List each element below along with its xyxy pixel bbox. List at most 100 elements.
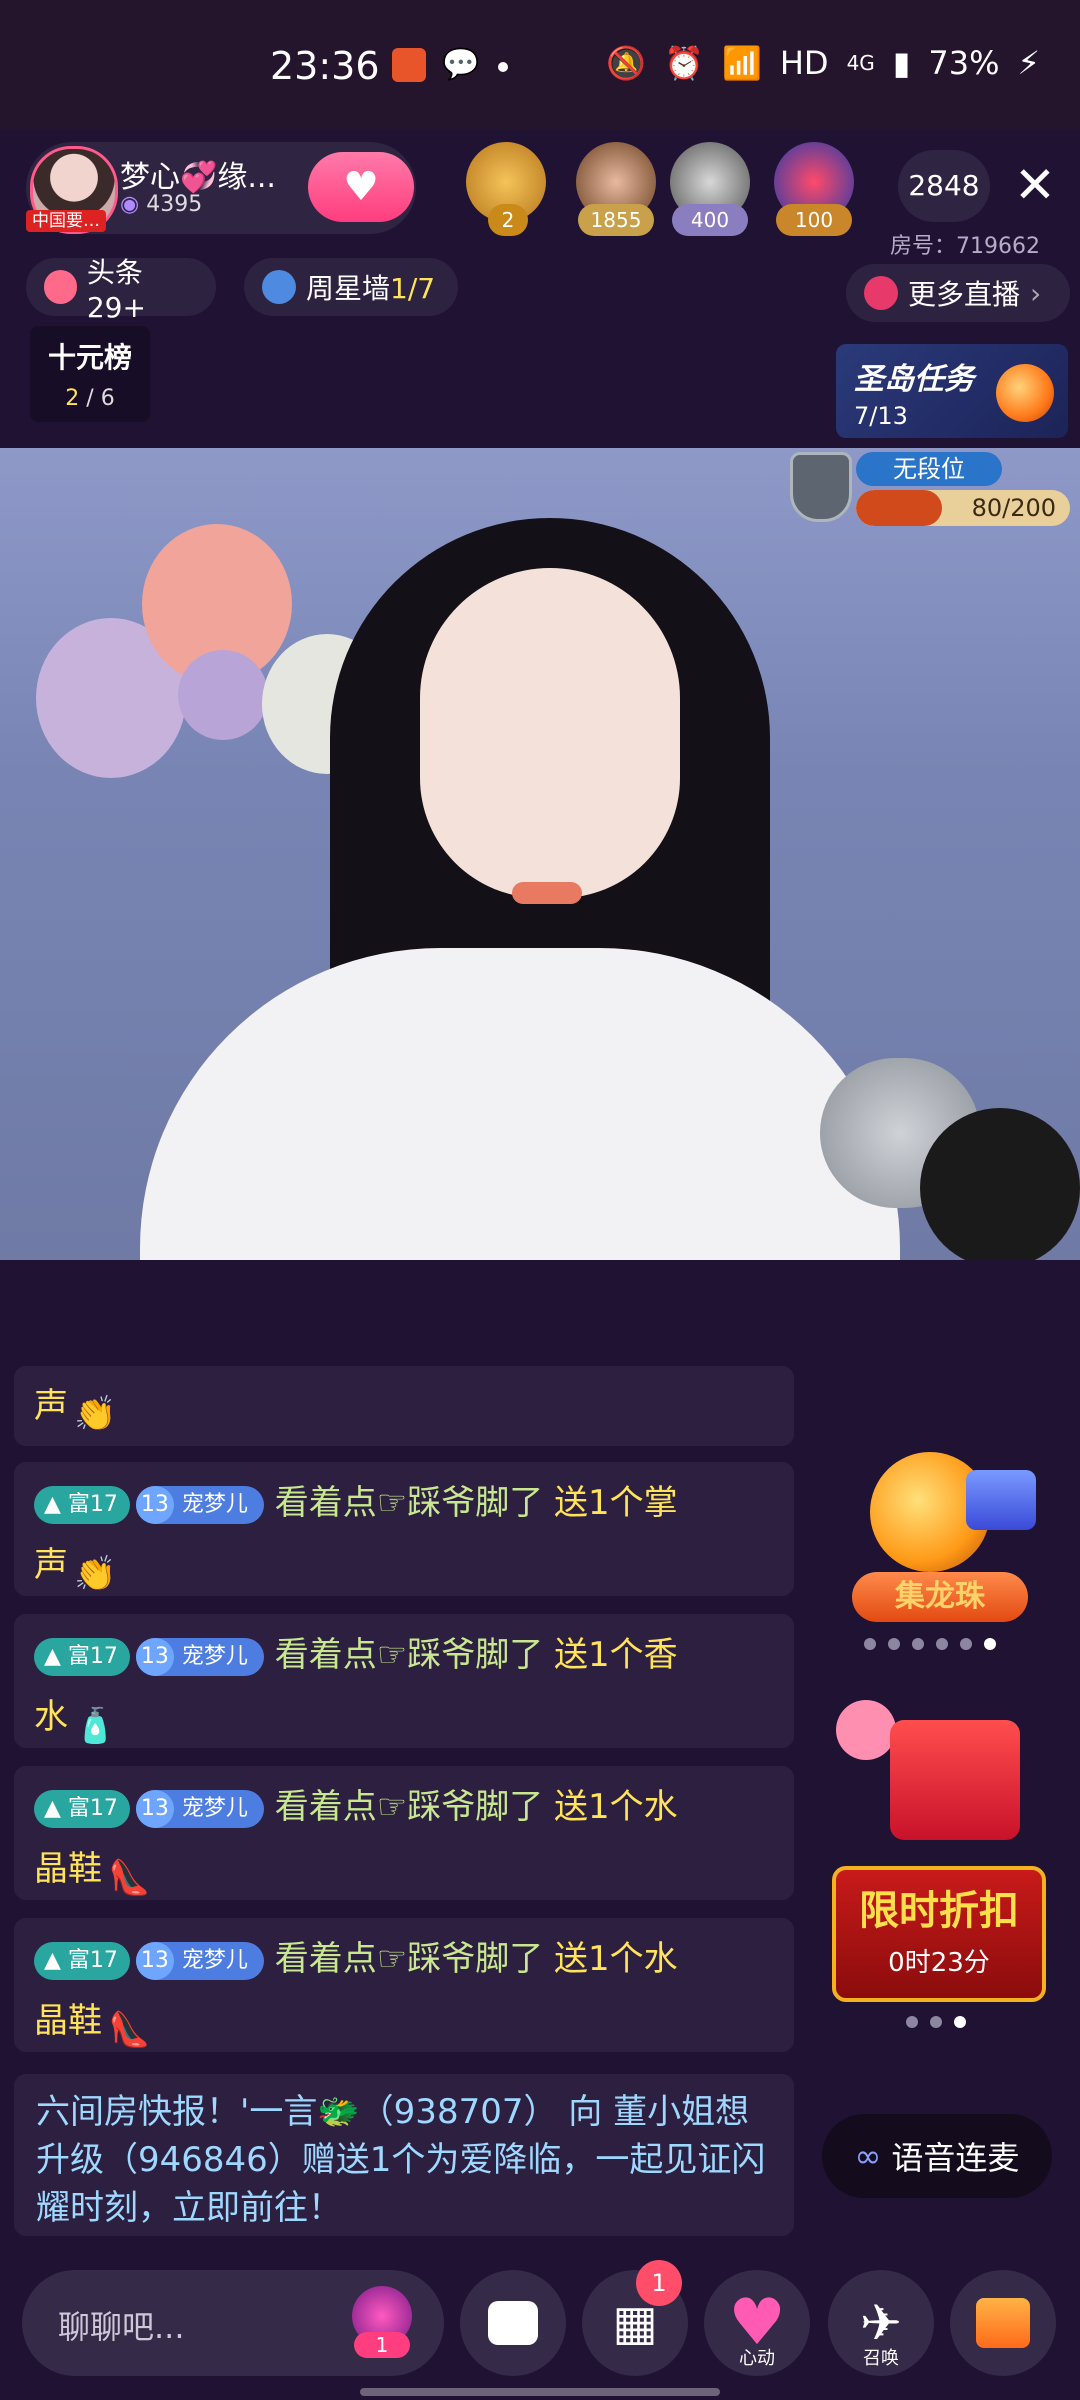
host-fans-count: 4395 [146,192,203,217]
heart-plus-icon: ♥ [343,164,379,210]
task-title: 圣岛任务 [854,362,974,397]
chat-message[interactable]: ▲ 富17 13 宠梦儿 看着点☞踩爷脚了 送1个水 晶鞋 👠 [14,1918,794,2052]
chevron-right-icon: › [1030,276,1042,310]
rank-total: / 6 [86,386,115,411]
host-badge: 中国要… [26,210,106,232]
chat-username[interactable]: 看着点☞踩爷脚了 [275,1787,543,1827]
task-orb-icon [996,364,1054,422]
rank-box[interactable]: 十元榜 2 / 6 [30,326,150,422]
alarm-icon: ⏰ [664,44,705,82]
wifi-icon: 📶 [722,44,762,82]
balloon-lilac [178,650,268,740]
follow-button[interactable]: ♥ [308,152,414,222]
gift-box-icon [890,1720,1020,1840]
task-progress: 7/13 [854,402,908,430]
summon-button[interactable]: ✈ 召唤 [828,2270,934,2376]
voice-link-label: 语音连麦 [891,2139,1020,2177]
carousel-dot [960,1638,972,1650]
gift-box-small-icon [966,1470,1036,1530]
fan-badge: 13 宠梦儿 [135,1637,264,1676]
shield-icon [790,452,852,522]
carousel-dot [906,2016,918,2028]
gift-button[interactable] [950,2270,1056,2376]
chat-input-placeholder: 聊聊吧... [58,2308,185,2346]
carousel-dots-2 [906,2016,966,2028]
carousel-dot [888,1638,900,1650]
chat-message[interactable]: ▲ 富17 13 宠梦儿 看着点☞踩爷脚了 送1个掌 声 👏 [14,1462,794,1596]
rank-current: 2 [65,386,80,411]
more-live-label: 更多直播 [908,278,1021,311]
fan-name: 宠梦儿 [181,1643,248,1669]
fan-name: 宠梦儿 [181,1947,248,1973]
gift-text: 晶鞋 [34,2001,102,2041]
fan-badge: 13 宠梦儿 [135,1941,264,1980]
clap-icon: 👏 [74,1393,117,1434]
chat-username[interactable]: 看着点☞踩爷脚了 [275,1635,543,1675]
chat-message-partial: 声 👏 [14,1366,794,1446]
guard-count: 1 [354,2332,410,2358]
level-progress-bar: 80/200 [856,490,1070,526]
close-icon[interactable]: ✕ [1010,160,1060,210]
gift-text: 送1个香 [554,1635,678,1675]
room-id: 房号：719662 [890,234,1040,259]
fan-level: 13 [135,1941,174,1980]
carousel-dot [930,2016,942,2028]
rich-icon: ▲ [44,1643,61,1669]
chat-username[interactable]: 看着点☞踩爷脚了 [275,1483,543,1523]
viewer-count-2: 1855 [578,204,654,236]
heart-label: 心动 [739,2348,775,2369]
voice-link-button[interactable]: ∞ 语音连麦 [822,2114,1052,2198]
fan-badge: 13 宠梦儿 [135,1789,264,1828]
rich-level: 富17 [67,1491,118,1517]
perfume-icon: 🧴 [74,1705,117,1746]
rich-icon: ▲ [44,1795,61,1821]
fans-icon: ◉ [120,192,140,217]
live-video[interactable] [0,448,1080,1260]
task-box[interactable]: 圣岛任务 7/13 [836,344,1068,438]
danmaku-button[interactable] [460,2270,566,2376]
rich-level: 富17 [67,1795,118,1821]
fan-badge: 13 宠梦儿 [135,1485,264,1524]
dragon-orb-label[interactable]: 集龙珠 [852,1572,1028,1622]
carousel-dots-1 [864,1638,996,1650]
chat-message[interactable]: ▲ 富17 13 宠梦儿 看着点☞踩爷脚了 送1个香 水 🧴 [14,1614,794,1748]
streamer-body [140,948,900,1260]
heart-button[interactable]: ♥ 心动 [704,2270,810,2376]
level-progress-fill [856,490,942,526]
viewer-count-3: 400 [672,204,748,236]
home-indicator[interactable] [360,2388,720,2396]
carousel-dot [936,1638,948,1650]
status-right: 🔕 ⏰ 📶 HD 4G ▮ 73% ⚡ [606,44,1040,82]
online-count[interactable]: 2848 [898,150,990,222]
rich-level: 富17 [67,1947,118,1973]
level-name: 无段位 [856,452,1002,486]
mute-icon: 🔕 [606,44,647,82]
sale-countdown: 0时23分 [888,1948,990,1978]
rich-badge: ▲ 富17 [34,1789,130,1828]
chat-username[interactable]: 看着点☞踩爷脚了 [275,1939,543,1979]
rank-title: 十元榜 [47,341,132,374]
more-live-chip[interactable]: 更多直播 › [846,264,1070,322]
app-notification-icon [392,48,426,82]
week-star-chip[interactable]: 周星墙1/7 [244,258,458,316]
viewer-count-4: 100 [776,204,852,236]
headline-label: 头条29+ [86,255,146,324]
limited-sale-banner[interactable]: 限时折扣 0时23分 [832,1866,1046,2002]
flame-icon [44,270,77,304]
headline-chip[interactable]: 头条29+ [26,256,216,324]
rank-progress: 2 / 6 [30,386,150,411]
week-star-label: 周星墙 [306,272,391,305]
carousel-dot [864,1638,876,1650]
broadcast-message[interactable]: 六间房快报！'一言🐲（938707） 向 董小姐想升级（946846）赠送1个为… [14,2074,794,2236]
rich-badge: ▲ 富17 [34,1941,130,1980]
fan-level: 13 [135,1789,174,1828]
hearts-decoration [836,1700,896,1760]
level-progress-text: 80/200 [971,494,1056,522]
week-star-value: 1/7 [390,272,436,305]
status-time: 23:36 [270,44,380,88]
crystal-shoe-icon: 👠 [108,1857,151,1898]
chat-message[interactable]: ▲ 富17 13 宠梦儿 看着点☞踩爷脚了 送1个水 晶鞋 👠 [14,1766,794,1900]
carousel-dot-active [984,1638,996,1650]
gift-text: 声 [34,1386,68,1426]
fan-level: 13 [135,1637,174,1676]
